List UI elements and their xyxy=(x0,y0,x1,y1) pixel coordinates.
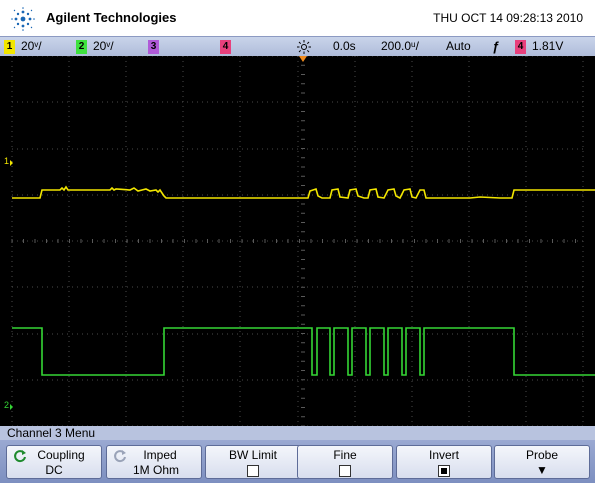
agilent-spark-logo-icon xyxy=(11,7,35,31)
invert-softkey[interactable]: Invert xyxy=(396,445,492,479)
impedance-value: 1M Ohm xyxy=(132,463,179,477)
trigger-position-marker[interactable] xyxy=(299,56,307,62)
fine-label: Fine xyxy=(333,448,357,462)
title-bar: Agilent Technologies THU OCT 14 09:28:13… xyxy=(0,0,595,36)
time-offset[interactable]: 0.0s xyxy=(333,39,356,53)
submenu-down-arrow-icon: ▼ xyxy=(536,463,548,477)
graticule-ticks xyxy=(11,56,576,426)
trigger-source-badge: 4 xyxy=(515,39,526,54)
ch1-trace xyxy=(12,185,595,200)
ch1-badge: 1 xyxy=(4,39,15,54)
impedance-softkey[interactable]: Imped 1M Ohm xyxy=(106,445,202,479)
bw-limit-checkbox[interactable] xyxy=(247,464,259,477)
ch1-scale: 20ᵛ/ xyxy=(21,39,42,53)
coupling-label: Coupling xyxy=(37,448,85,462)
status-bar: 1 20ᵛ/ 2 20ᵛ/ 3 4 0.0s 200.0ᵘ/ Auto ƒ 4 1.8… xyxy=(0,36,595,58)
ch2-status[interactable]: 2 20ᵛ/ xyxy=(76,39,114,54)
time-reference-icon xyxy=(297,40,311,54)
time-scale[interactable]: 200.0ᵘ/ xyxy=(381,39,419,53)
impedance-label: Imped xyxy=(143,448,177,462)
ch2-badge: 2 xyxy=(76,39,87,54)
date-time: THU OCT 14 09:28:13 2010 xyxy=(433,11,583,25)
softkey-bar: Coupling DC Imped 1M Ohm BW Limit Fine I… xyxy=(0,440,595,483)
ch2-scale: 20ᵛ/ xyxy=(93,39,114,53)
ch2-ground-arrow xyxy=(10,404,13,410)
waveform-graticule: 1 2 xyxy=(4,56,595,426)
trigger-mode[interactable]: Auto xyxy=(446,39,471,53)
fine-softkey[interactable]: Fine xyxy=(297,445,393,479)
coupling-softkey[interactable]: Coupling DC xyxy=(6,445,102,479)
bw-limit-label: BW Limit xyxy=(229,448,277,462)
graticule-grid xyxy=(11,56,584,426)
menu-title-bar: Channel 3 Menu xyxy=(0,426,595,440)
invert-label: Invert xyxy=(428,448,459,462)
rising-edge-icon: ƒ xyxy=(492,39,500,54)
probe-softkey[interactable]: Probe ▼ xyxy=(494,445,590,479)
ch2-ground-marker[interactable]: 2 xyxy=(4,400,9,410)
waveform-display: 1 2 xyxy=(0,56,595,426)
invert-checkbox[interactable] xyxy=(438,464,450,477)
ch3-badge: 3 xyxy=(148,39,159,54)
coupling-value: DC xyxy=(45,463,63,477)
fine-checkbox[interactable] xyxy=(339,464,351,477)
ch1-ground-arrow xyxy=(10,160,13,166)
menu-title: Channel 3 Menu xyxy=(7,426,96,440)
ch4-status[interactable]: 4 xyxy=(220,39,237,54)
probe-label: Probe xyxy=(525,448,559,462)
ch1-status[interactable]: 1 20ᵛ/ xyxy=(4,39,42,54)
trigger-source[interactable]: 4 1.81V xyxy=(515,39,563,54)
brand-name: Agilent Technologies xyxy=(46,10,177,25)
ch4-badge: 4 xyxy=(220,39,231,54)
trigger-level: 1.81V xyxy=(532,39,564,53)
ch1-ground-marker[interactable]: 1 xyxy=(4,156,9,166)
bw-limit-softkey[interactable]: BW Limit xyxy=(205,445,301,479)
ch3-status[interactable]: 3 xyxy=(148,39,165,54)
